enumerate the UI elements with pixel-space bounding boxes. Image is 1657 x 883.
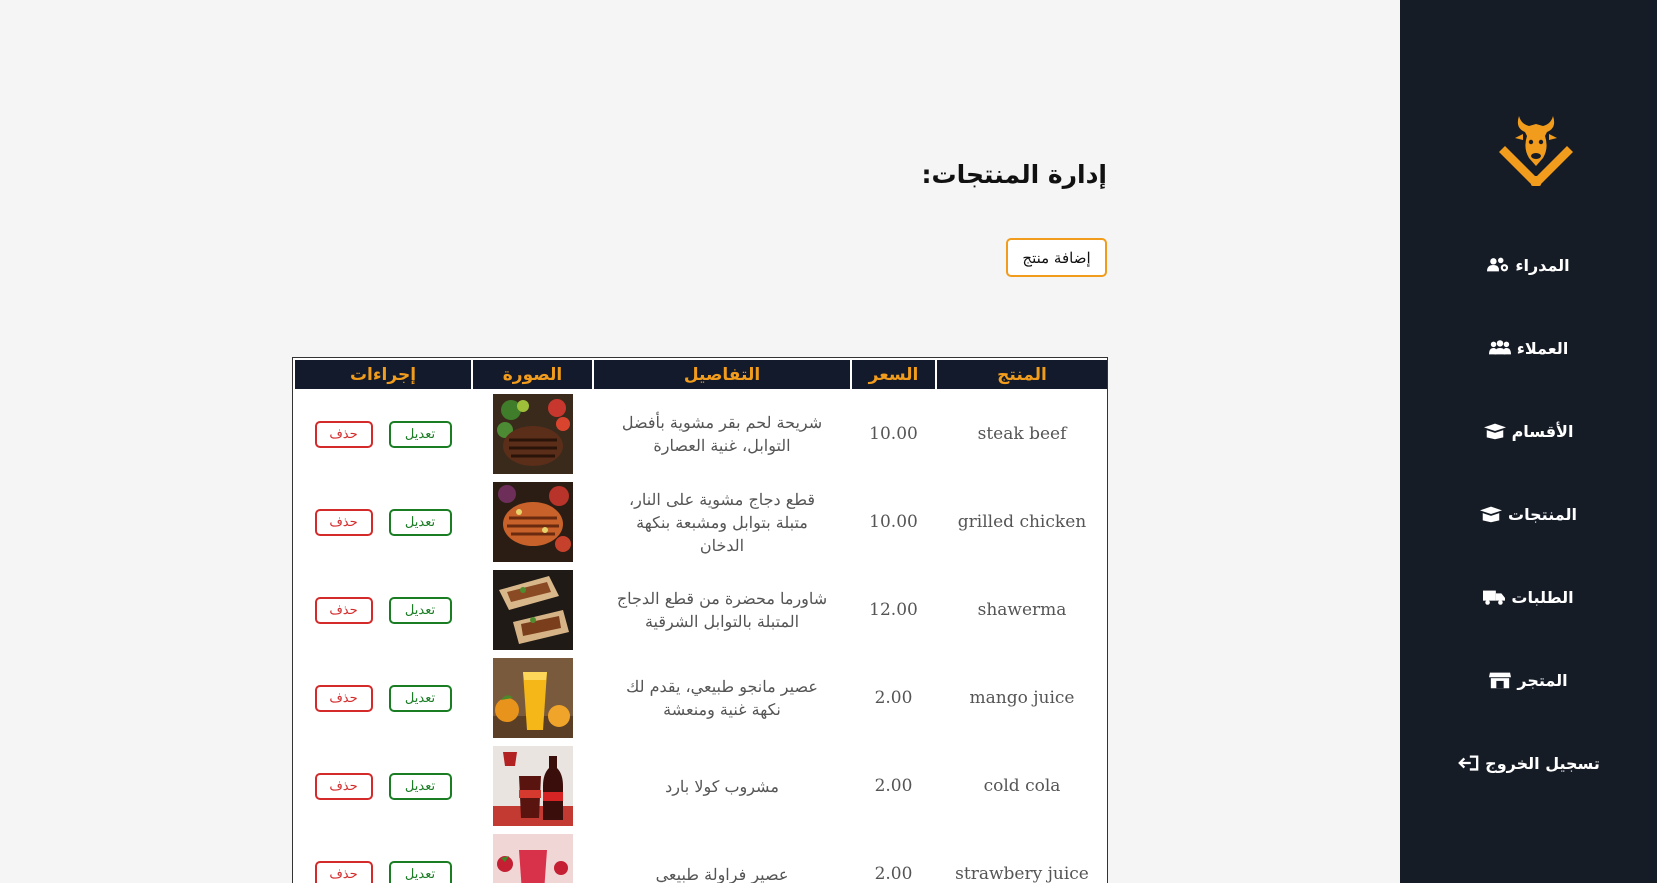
truck-icon	[1483, 590, 1506, 605]
edit-button[interactable]: تعديل	[388, 420, 452, 448]
product-price: 12.00	[869, 600, 918, 620]
mango-juice-image	[492, 658, 573, 738]
header-product: المنتج	[937, 360, 1107, 389]
table-row: cold cola 2.00 مشروب كولا بارد تعديل حذف	[295, 743, 1107, 829]
table-row: grilled chicken 10.00 قطع دجاج مشوية على…	[295, 479, 1107, 565]
product-name: strawbery juice	[955, 864, 1089, 883]
shawerma-image	[492, 570, 573, 650]
delete-button[interactable]: حذف	[314, 684, 373, 712]
products-table: المنتج السعر التفاصيل الصورة إجراءات ste…	[292, 357, 1108, 883]
edit-button[interactable]: تعديل	[388, 596, 452, 624]
delete-button[interactable]: حذف	[314, 772, 373, 800]
sidebar-item-label: المتجر	[1517, 670, 1568, 690]
users-icon	[1488, 340, 1511, 355]
sidebar-item-managers[interactable]: المدراء	[1400, 245, 1657, 285]
edit-button[interactable]: تعديل	[388, 860, 452, 883]
product-name: shawerma	[977, 600, 1067, 620]
product-name: grilled chicken	[957, 512, 1087, 532]
delete-button[interactable]: حذف	[314, 860, 373, 883]
product-details: شريحة لحم بقر مشوية بأفضل التوابل، غنية …	[621, 413, 823, 455]
edit-button[interactable]: تعديل	[388, 772, 452, 800]
users-cog-icon	[1487, 257, 1509, 272]
table-row: steak beef 10.00 شريحة لحم بقر مشوية بأف…	[295, 391, 1107, 477]
product-name: cold cola	[983, 776, 1061, 796]
product-details: شاورما محضرة من قطع الدجاج المتبلة بالتو…	[616, 589, 828, 631]
header-image: الصورة	[473, 360, 592, 389]
sidebar-item-categories[interactable]: الأقسام	[1400, 411, 1657, 451]
grilled-chicken-image	[492, 482, 573, 562]
product-price: 2.00	[874, 776, 913, 796]
delete-button[interactable]: حذف	[314, 508, 373, 536]
sidebar-item-store[interactable]: المتجر	[1400, 660, 1657, 700]
sidebar-item-logout[interactable]: تسجيل الخروج	[1400, 743, 1657, 783]
sidebar-item-label: العملاء	[1516, 338, 1569, 358]
product-details: عصير فراولة طبيعي	[655, 864, 789, 883]
edit-button[interactable]: تعديل	[388, 508, 452, 536]
table-row: mango juice 2.00 عصير مانجو طبيعي، يقدم …	[295, 655, 1107, 741]
sidebar-item-label: المنتجات	[1508, 504, 1577, 524]
sidebar-item-label: المدراء	[1515, 255, 1570, 275]
table-header-row: المنتج السعر التفاصيل الصورة إجراءات	[295, 360, 1107, 389]
box-open-icon	[1480, 506, 1503, 523]
table-row: strawbery juice 2.00 عصير فراولة طبيعي ت…	[295, 831, 1107, 883]
product-details: مشروب كولا بارد	[665, 776, 779, 796]
delete-button[interactable]: حذف	[314, 596, 373, 624]
sidebar-item-products[interactable]: المنتجات	[1400, 494, 1657, 534]
page-title: إدارة المنتجات:	[921, 160, 1107, 189]
sidebar-item-orders[interactable]: الطلبات	[1400, 577, 1657, 617]
product-price: 10.00	[869, 424, 918, 444]
header-details: التفاصيل	[594, 360, 850, 389]
product-name: mango juice	[969, 688, 1075, 708]
product-price: 2.00	[874, 688, 913, 708]
sidebar-item-label: الأقسام	[1511, 421, 1574, 441]
strawberry-juice-image	[492, 834, 573, 883]
delete-button[interactable]: حذف	[314, 420, 373, 448]
product-details: عصير مانجو طبيعي، يقدم لك نكهة غنية ومنع…	[626, 677, 818, 719]
product-details: قطع دجاج مشوية على النار، متبلة بتوابل و…	[628, 489, 816, 555]
product-name: steak beef	[977, 424, 1067, 444]
product-price: 10.00	[869, 512, 918, 532]
header-actions: إجراءات	[295, 360, 471, 389]
edit-button[interactable]: تعديل	[388, 684, 452, 712]
box-open-icon	[1483, 423, 1506, 440]
sign-out-icon	[1458, 755, 1479, 771]
sidebar-item-label: تسجيل الخروج	[1485, 753, 1600, 773]
sidebar: المدراء العملاء الأقسام المنتجات الطلبات	[1400, 0, 1657, 883]
cola-image	[492, 746, 573, 826]
add-product-button[interactable]: إضافة منتج	[1006, 238, 1107, 277]
steak-image	[492, 394, 573, 474]
header-price: السعر	[852, 360, 935, 389]
sidebar-item-label: الطلبات	[1511, 587, 1574, 607]
product-price: 2.00	[874, 864, 913, 883]
sidebar-item-customers[interactable]: العملاء	[1400, 328, 1657, 368]
shop-icon	[1489, 672, 1512, 689]
bull-cleaver-logo	[1499, 116, 1573, 186]
table-row: shawerma 12.00 شاورما محضرة من قطع الدجا…	[295, 567, 1107, 653]
